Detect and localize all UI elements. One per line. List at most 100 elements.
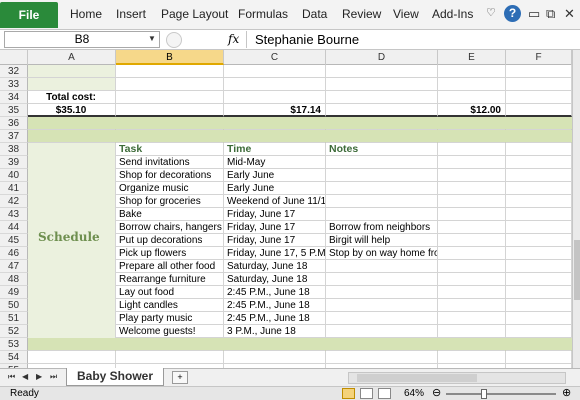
cell-e41[interactable] bbox=[438, 182, 506, 195]
cell-f45[interactable] bbox=[506, 234, 572, 247]
cell-c51[interactable]: 2:45 P.M., June 18 bbox=[224, 312, 326, 325]
cell-d48[interactable] bbox=[326, 273, 438, 286]
row-header-45[interactable]: 45 bbox=[0, 234, 28, 247]
cell-c36[interactable] bbox=[224, 117, 326, 130]
row-header-44[interactable]: 44 bbox=[0, 221, 28, 234]
cell-b36[interactable] bbox=[116, 117, 224, 130]
cell-d49[interactable] bbox=[326, 286, 438, 299]
cell-b47[interactable]: Prepare all other food bbox=[116, 260, 224, 273]
cell-b54[interactable] bbox=[116, 351, 224, 364]
row-header-49[interactable]: 49 bbox=[0, 286, 28, 299]
cell-a53[interactable] bbox=[28, 338, 116, 351]
row-header-41[interactable]: 41 bbox=[0, 182, 28, 195]
last-sheet-icon[interactable]: ⏭ bbox=[50, 372, 57, 382]
column-header-e[interactable]: E bbox=[438, 50, 506, 65]
cell-a47[interactable] bbox=[28, 260, 116, 273]
cell-a54[interactable] bbox=[28, 351, 116, 364]
cell-e54[interactable] bbox=[438, 351, 506, 364]
cell-f54[interactable] bbox=[506, 351, 572, 364]
restore-window-icon[interactable]: ⧉ bbox=[546, 6, 555, 22]
cell-e46[interactable] bbox=[438, 247, 506, 260]
zoom-out-icon[interactable]: ⊖ bbox=[432, 386, 441, 399]
cell-e51[interactable] bbox=[438, 312, 506, 325]
cell-c52[interactable]: 3 P.M., June 18 bbox=[224, 325, 326, 338]
worksheet-grid[interactable]: ABCDEF 32 33 34 Total cost: 35 $35.10 $17.14 $1… bbox=[0, 50, 572, 368]
cell-e32[interactable] bbox=[438, 65, 506, 78]
cell-f48[interactable] bbox=[506, 273, 572, 286]
first-sheet-icon[interactable]: ⏮ bbox=[8, 372, 15, 382]
cell-a52[interactable] bbox=[28, 325, 116, 338]
cell-c33[interactable] bbox=[224, 78, 326, 91]
cell-f32[interactable] bbox=[506, 65, 572, 78]
new-sheet-icon[interactable]: + bbox=[172, 371, 188, 384]
formula-input[interactable]: Stephanie Bourne bbox=[246, 31, 576, 48]
cell-a50[interactable] bbox=[28, 299, 116, 312]
cell-c53[interactable] bbox=[224, 338, 326, 351]
cell-a32[interactable] bbox=[28, 65, 116, 78]
file-tab[interactable]: File bbox=[0, 2, 58, 28]
cell-b51[interactable]: Play party music bbox=[116, 312, 224, 325]
cell-b33[interactable] bbox=[116, 78, 224, 91]
cell-c47[interactable]: Saturday, June 18 bbox=[224, 260, 326, 273]
row-header-33[interactable]: 33 bbox=[0, 78, 28, 91]
cell-b50[interactable]: Light candles bbox=[116, 299, 224, 312]
cell-b35[interactable] bbox=[116, 104, 224, 117]
row-header-48[interactable]: 48 bbox=[0, 273, 28, 286]
cell-a51[interactable] bbox=[28, 312, 116, 325]
tab-data[interactable]: Data bbox=[302, 7, 327, 21]
column-header-f[interactable]: F bbox=[506, 50, 572, 65]
close-window-icon[interactable]: ✕ bbox=[564, 6, 575, 22]
row-header-36[interactable]: 36 bbox=[0, 117, 28, 130]
cell-e53[interactable] bbox=[438, 338, 506, 351]
cell-f38[interactable] bbox=[506, 143, 572, 156]
tab-page-layout[interactable]: Page Layout bbox=[161, 7, 228, 21]
cell-c43[interactable]: Friday, June 17 bbox=[224, 208, 326, 221]
cell-a33[interactable] bbox=[28, 78, 116, 91]
cell-b39[interactable]: Send invitations bbox=[116, 156, 224, 169]
cell-e37[interactable] bbox=[438, 130, 506, 143]
row-header-47[interactable]: 47 bbox=[0, 260, 28, 273]
cell-f40[interactable] bbox=[506, 169, 572, 182]
cell-b46[interactable]: Pick up flowers bbox=[116, 247, 224, 260]
cell-e34[interactable] bbox=[438, 91, 506, 104]
cell-d46[interactable]: Stop by on way home from work bbox=[326, 247, 438, 260]
row-header-38[interactable]: 38 bbox=[0, 143, 28, 156]
minimize-window-icon[interactable]: ▭ bbox=[528, 6, 540, 22]
cell-e45[interactable] bbox=[438, 234, 506, 247]
cell-a39[interactable] bbox=[28, 156, 116, 169]
row-header-54[interactable]: 54 bbox=[0, 351, 28, 364]
cell-d38[interactable]: Notes bbox=[326, 143, 438, 156]
column-header-c[interactable]: C bbox=[224, 50, 326, 65]
cell-c42[interactable]: Weekend of June 11/12 bbox=[224, 195, 326, 208]
cell-f37[interactable] bbox=[506, 130, 572, 143]
cell-a49[interactable] bbox=[28, 286, 116, 299]
row-header-35[interactable]: 35 bbox=[0, 104, 28, 117]
cell-f39[interactable] bbox=[506, 156, 572, 169]
cell-e49[interactable] bbox=[438, 286, 506, 299]
cell-b52[interactable]: Welcome guests! bbox=[116, 325, 224, 338]
row-header-43[interactable]: 43 bbox=[0, 208, 28, 221]
formula-bar-expand-icon[interactable] bbox=[166, 32, 182, 48]
cell-e42[interactable] bbox=[438, 195, 506, 208]
cell-e43[interactable] bbox=[438, 208, 506, 221]
cell-d42[interactable] bbox=[326, 195, 438, 208]
cell-c38[interactable]: Time bbox=[224, 143, 326, 156]
column-header-b[interactable]: B bbox=[116, 50, 224, 65]
cell-d40[interactable] bbox=[326, 169, 438, 182]
cell-c39[interactable]: Mid-May bbox=[224, 156, 326, 169]
cell-d32[interactable] bbox=[326, 65, 438, 78]
zoom-slider[interactable] bbox=[446, 389, 556, 399]
cell-b48[interactable]: Rearrange furniture bbox=[116, 273, 224, 286]
cell-c41[interactable]: Early June bbox=[224, 182, 326, 195]
horizontal-scrollbar[interactable] bbox=[348, 372, 566, 384]
cell-e38[interactable] bbox=[438, 143, 506, 156]
cell-d39[interactable] bbox=[326, 156, 438, 169]
horizontal-scroll-thumb[interactable] bbox=[357, 374, 477, 382]
cell-b45[interactable]: Put up decorations bbox=[116, 234, 224, 247]
cell-b37[interactable] bbox=[116, 130, 224, 143]
cell-d50[interactable] bbox=[326, 299, 438, 312]
zoom-in-icon[interactable]: ⊕ bbox=[562, 386, 571, 399]
cell-f51[interactable] bbox=[506, 312, 572, 325]
row-header-50[interactable]: 50 bbox=[0, 299, 28, 312]
row-header-32[interactable]: 32 bbox=[0, 65, 28, 78]
